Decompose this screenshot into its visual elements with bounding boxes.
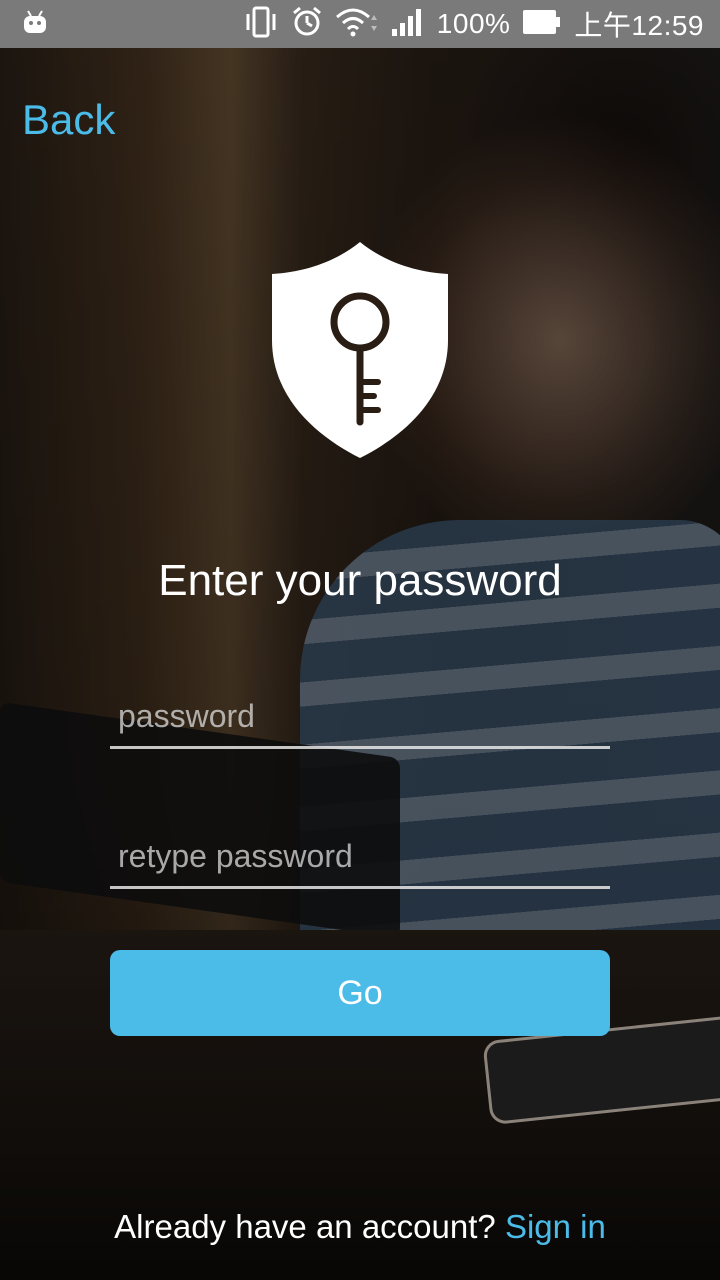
status-bar: 100% 上午12:59 — [0, 0, 720, 48]
password-field — [110, 686, 610, 749]
shield-key-icon — [270, 240, 450, 460]
battery-percent: 100% — [436, 8, 511, 39]
status-time: 上午12:59 — [574, 10, 704, 41]
battery-icon — [522, 9, 562, 40]
android-icon — [22, 9, 48, 40]
go-button[interactable]: Go — [110, 950, 610, 1036]
signin-link[interactable]: Sign in — [505, 1208, 606, 1245]
alarm-icon — [291, 6, 323, 43]
vibrate-icon — [243, 6, 279, 43]
signin-prompt-text: Already have an account? — [114, 1208, 496, 1245]
page-title: Enter your password — [158, 556, 562, 605]
wifi-icon — [335, 7, 379, 42]
password-screen: 100% 上午12:59 Back Enter your password Go… — [0, 0, 720, 1280]
retype-password-input[interactable] — [110, 826, 610, 886]
back-button[interactable]: Back — [22, 96, 115, 144]
signal-icon — [391, 7, 425, 42]
retype-password-field — [110, 826, 610, 889]
background-overlay — [0, 0, 720, 1280]
password-input[interactable] — [110, 686, 610, 746]
signin-prompt: Already have an account? Sign in — [0, 1208, 720, 1246]
